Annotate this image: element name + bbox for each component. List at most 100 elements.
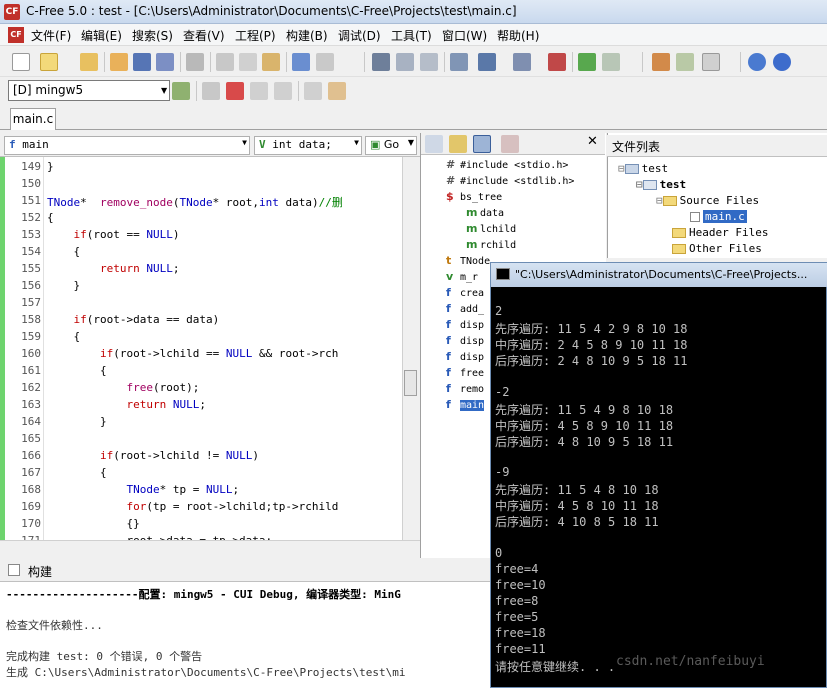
breakpoint-icon[interactable] xyxy=(304,82,322,100)
class-view-item[interactable]: v m_r xyxy=(446,270,478,283)
code-line[interactable]: } xyxy=(47,415,107,428)
code-line[interactable]: } xyxy=(47,160,54,173)
menu-tools[interactable]: 工具(T) xyxy=(391,27,432,44)
editor-horizontal-scrollbar[interactable] xyxy=(0,540,420,558)
menu-debug[interactable]: 调试(D) xyxy=(338,27,381,44)
stop-build-icon[interactable] xyxy=(702,53,720,71)
menu-file[interactable]: 文件(F) xyxy=(31,27,71,44)
function-select[interactable]: f main ▼ xyxy=(4,136,250,155)
code-editor[interactable]: } TNode* remove_node(TNode* root,int data… xyxy=(44,157,402,540)
code-line[interactable]: { xyxy=(47,330,80,343)
class-view-item[interactable]: f remo xyxy=(446,382,484,395)
class-options-icon[interactable] xyxy=(501,135,519,153)
code-line[interactable]: { xyxy=(47,211,54,224)
chevron-down-icon[interactable]: ▼ xyxy=(161,81,169,100)
replace-icon[interactable] xyxy=(420,53,438,71)
code-line[interactable]: {} xyxy=(47,517,139,530)
code-line[interactable]: { xyxy=(47,466,107,479)
code-line[interactable]: if(root->data == data) xyxy=(47,313,220,326)
class-view-item[interactable]: m data xyxy=(466,206,504,219)
editor-scroll-thumb[interactable] xyxy=(404,370,417,396)
compile-icon[interactable] xyxy=(652,53,670,71)
code-line[interactable]: TNode* tp = NULL; xyxy=(47,483,239,496)
class-view-item[interactable]: f add_ xyxy=(446,302,484,315)
code-line[interactable]: free(root); xyxy=(47,381,199,394)
stop-icon[interactable] xyxy=(226,82,244,100)
menu-help[interactable]: 帮助(H) xyxy=(497,27,539,44)
menu-edit[interactable]: 编辑(E) xyxy=(81,27,122,44)
class-view-item[interactable]: f disp xyxy=(446,334,484,347)
menu-build[interactable]: 构建(B) xyxy=(286,27,328,44)
save-all-icon[interactable] xyxy=(156,53,174,71)
about-icon[interactable] xyxy=(773,53,791,71)
class-view-item[interactable]: m lchild xyxy=(466,222,516,235)
class-view-item[interactable]: # #include <stdlib.h> xyxy=(446,174,574,187)
find-icon[interactable] xyxy=(372,53,390,71)
save-icon[interactable] xyxy=(133,53,151,71)
new-project-icon[interactable] xyxy=(110,53,128,71)
app-icon[interactable]: CF xyxy=(4,4,20,20)
clear-bookmarks-icon[interactable] xyxy=(548,53,566,71)
compiler-select[interactable]: [D] mingw5 ▼ xyxy=(8,80,170,101)
class-view-item[interactable]: f disp xyxy=(446,318,484,331)
code-line[interactable]: TNode* remove_node(TNode* root,int data)… xyxy=(47,194,343,210)
open-folder-icon[interactable] xyxy=(40,53,58,71)
file-tree-workspace[interactable]: ⊟ test xyxy=(618,162,668,175)
file-tree-other-files[interactable]: Other Files xyxy=(672,242,762,255)
step-over-icon[interactable] xyxy=(274,82,292,100)
member-select[interactable]: V int data; ▼ xyxy=(254,136,362,155)
code-line[interactable]: if(root->lchild == NULL && root->rch xyxy=(47,347,338,360)
code-line[interactable]: if(root->lchild != NULL) xyxy=(47,449,259,462)
toggle-bookmark-icon[interactable] xyxy=(513,53,531,71)
sort-icon[interactable] xyxy=(425,135,443,153)
build-icon[interactable] xyxy=(676,53,694,71)
find-next-icon[interactable] xyxy=(396,53,414,71)
class-view-item[interactable]: f free xyxy=(446,366,484,379)
step-into-icon[interactable] xyxy=(250,82,268,100)
hand-icon[interactable] xyxy=(328,82,346,100)
code-line[interactable]: } xyxy=(47,279,80,292)
bookmark-icon[interactable] xyxy=(478,53,496,71)
open-project-icon[interactable] xyxy=(80,53,98,71)
menu-search[interactable]: 搜索(S) xyxy=(132,27,173,44)
chevron-down-icon[interactable]: ▼ xyxy=(354,138,359,147)
file-tree-header-files[interactable]: Header Files xyxy=(672,226,768,239)
redo-icon[interactable] xyxy=(316,53,334,71)
undo-icon[interactable] xyxy=(292,53,310,71)
file-tree-project[interactable]: ⊟ test xyxy=(636,178,686,191)
copy-icon[interactable] xyxy=(239,53,257,71)
code-line[interactable]: return NULL; xyxy=(47,262,180,275)
class-view-item[interactable]: $ bs_tree xyxy=(446,190,502,203)
chevron-down-icon[interactable]: ▼ xyxy=(408,138,414,147)
class-view-item[interactable]: f crea xyxy=(446,286,484,299)
editor-vertical-scrollbar[interactable] xyxy=(402,157,420,540)
run-icon[interactable] xyxy=(202,82,220,100)
tab-main-c[interactable]: main.c xyxy=(10,108,56,130)
menu-view[interactable]: 查看(V) xyxy=(183,27,225,44)
class-view-item[interactable]: f main xyxy=(446,398,485,411)
code-line[interactable]: return NULL; xyxy=(47,398,206,411)
class-view-item[interactable]: t TNode xyxy=(446,254,490,267)
class-view-item[interactable]: f disp xyxy=(446,350,484,363)
compiler-switch-icon[interactable] xyxy=(172,82,190,100)
cut-icon[interactable] xyxy=(216,53,234,71)
code-line[interactable]: { xyxy=(47,364,107,377)
back-icon[interactable] xyxy=(578,53,596,71)
class-view-item[interactable]: m rchild xyxy=(466,238,516,251)
class-view-item[interactable]: # #include <stdio.h> xyxy=(446,158,568,171)
paste-icon[interactable] xyxy=(262,53,280,71)
filter-icon[interactable] xyxy=(449,135,467,153)
file-tree-source-files[interactable]: ⊟ Source Files xyxy=(656,194,759,207)
list-view-icon[interactable] xyxy=(473,135,491,153)
code-line[interactable]: { xyxy=(47,245,80,258)
new-file-icon[interactable] xyxy=(12,53,30,71)
menu-project[interactable]: 工程(P) xyxy=(235,27,276,44)
help-icon[interactable] xyxy=(748,53,766,71)
close-icon[interactable]: ✕ xyxy=(587,134,598,149)
build-output[interactable]: --------------------配置: mingw5 - CUI Deb… xyxy=(0,582,490,688)
print-icon[interactable] xyxy=(186,53,204,71)
menu-window[interactable]: 窗口(W) xyxy=(442,27,487,44)
file-tree-main-c[interactable]: main.c xyxy=(690,210,747,223)
goto-icon[interactable] xyxy=(450,53,468,71)
code-line[interactable]: if(root == NULL) xyxy=(47,228,180,241)
